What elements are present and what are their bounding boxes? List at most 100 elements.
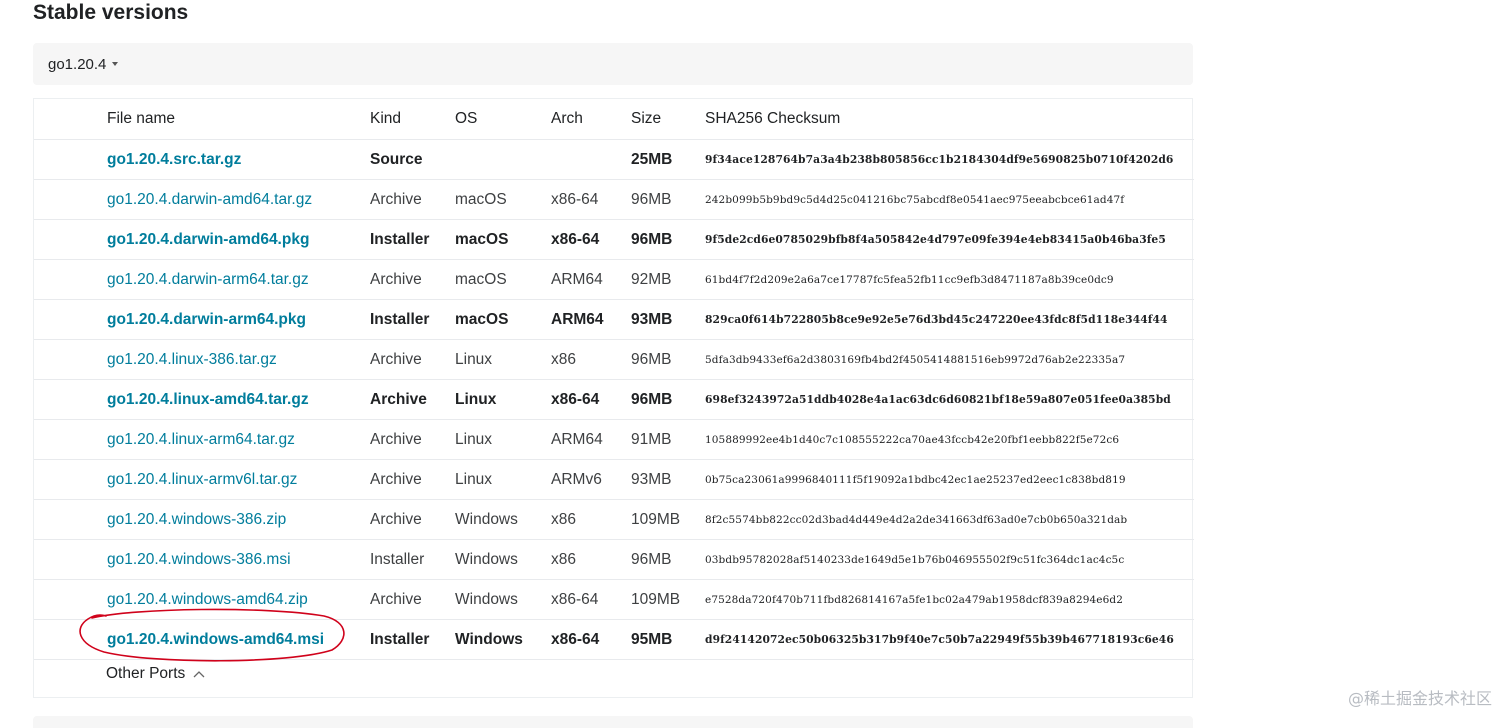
arch-cell: ARM64 (551, 299, 631, 340)
os-cell: Linux (455, 379, 551, 420)
next-section-bar (33, 716, 1193, 728)
arch-cell (551, 139, 631, 180)
table-row: go1.20.4.src.tar.gz Source 25MB 9f34ace1287… (34, 139, 1194, 180)
sha256-cell: 105889992ee4b1d40c7c108555222ca70ae43fcc… (705, 419, 1194, 460)
os-cell: macOS (455, 259, 551, 300)
sha256-cell: d9f24142072ec50b06325b317b9f40e7c50b7a22… (705, 619, 1194, 660)
file-name-cell: go1.20.4.windows-amd64.zip (34, 579, 370, 620)
caret-down-icon (112, 62, 119, 66)
sha256-cell: 829ca0f614b722805b8ce9e92e5e76d3bd45c247… (705, 299, 1194, 340)
table-row: go1.20.4.linux-arm64.tar.gz Archive Linux A… (34, 419, 1194, 460)
size-cell: 109MB (631, 579, 705, 620)
section-title: Stable versions (33, 1, 189, 24)
size-cell: 25MB (631, 139, 705, 180)
kind-cell: Archive (370, 459, 455, 500)
file-name-cell: go1.20.4.darwin-arm64.tar.gz (34, 259, 370, 300)
size-cell: 109MB (631, 499, 705, 540)
other-ports-toggle[interactable]: Other Ports (106, 665, 205, 683)
download-link[interactable]: go1.20.4.windows-amd64.msi (107, 631, 324, 648)
column-header-file-name: File name (34, 99, 370, 140)
file-name-cell: go1.20.4.windows-386.zip (34, 499, 370, 540)
os-cell: Windows (455, 619, 551, 660)
kind-cell: Archive (370, 579, 455, 620)
download-link[interactable]: go1.20.4.windows-386.zip (107, 511, 286, 528)
size-cell: 96MB (631, 379, 705, 420)
arch-cell: x86 (551, 539, 631, 580)
size-cell: 92MB (631, 259, 705, 300)
sha256-cell: 8f2c5574bb822cc02d3bad4d449e4d2a2de34166… (705, 499, 1194, 540)
os-cell: macOS (455, 179, 551, 220)
sha256-cell: 9f34ace128764b7a3a4b238b805856cc1b218430… (705, 139, 1194, 180)
download-link[interactable]: go1.20.4.darwin-arm64.pkg (107, 311, 306, 328)
sha256-cell: 03bdb95782028af5140233de1649d5e1b76b0469… (705, 539, 1194, 580)
size-cell: 96MB (631, 339, 705, 380)
arch-cell: x86 (551, 339, 631, 380)
download-link[interactable]: go1.20.4.linux-amd64.tar.gz (107, 391, 309, 408)
table-row: go1.20.4.windows-amd64.msi Installer Windo… (34, 619, 1194, 660)
download-link[interactable]: go1.20.4.src.tar.gz (107, 151, 241, 168)
file-name-cell: go1.20.4.linux-386.tar.gz (34, 339, 370, 380)
kind-cell: Installer (370, 539, 455, 580)
table-row: go1.20.4.linux-386.tar.gz Archive Linux x86… (34, 339, 1194, 380)
watermark: @稀土掘金技术社区 (1347, 689, 1492, 708)
downloads-table-container: File name Kind OS Arch Size SHA256 Check… (33, 98, 1194, 698)
download-link[interactable]: go1.20.4.linux-armv6l.tar.gz (107, 471, 297, 488)
column-header-os: OS (455, 99, 551, 140)
table-row: go1.20.4.darwin-amd64.pkg Installer macOS x… (34, 219, 1194, 260)
os-cell (455, 139, 551, 180)
sha256-cell: 0b75ca23061a9996840111f5f19092a1bdbc42ec… (705, 459, 1194, 500)
table-row: go1.20.4.darwin-arm64.pkg Installer macOS A… (34, 299, 1194, 340)
size-cell: 93MB (631, 299, 705, 340)
file-name-cell: go1.20.4.linux-arm64.tar.gz (34, 419, 370, 460)
file-name-cell: go1.20.4.linux-armv6l.tar.gz (34, 459, 370, 500)
os-cell: Windows (455, 579, 551, 620)
sha256-cell: 61bd4f7f2d209e2a6a7ce17787fc5fea52fb11cc… (705, 259, 1194, 300)
table-header-row: File name Kind OS Arch Size SHA256 Check… (34, 99, 1194, 140)
file-name-cell: go1.20.4.windows-386.msi (34, 539, 370, 580)
arch-cell: ARM64 (551, 259, 631, 300)
table-row: go1.20.4.windows-386.zip Archive Windows x8… (34, 499, 1194, 540)
table-row: go1.20.4.windows-386.msi Installer Windows… (34, 539, 1194, 580)
file-name-cell: go1.20.4.darwin-amd64.pkg (34, 219, 370, 260)
download-link[interactable]: go1.20.4.darwin-amd64.pkg (107, 231, 309, 248)
size-cell: 96MB (631, 179, 705, 220)
os-cell: Linux (455, 459, 551, 500)
arch-cell: x86-64 (551, 619, 631, 660)
os-cell: macOS (455, 219, 551, 260)
size-cell: 96MB (631, 219, 705, 260)
other-ports-label: Other Ports (106, 665, 186, 682)
download-link[interactable]: go1.20.4.linux-arm64.tar.gz (107, 431, 295, 448)
arch-cell: ARMv6 (551, 459, 631, 500)
sha256-cell: e7528da720f470b711fbd826814167a5fe1bc02a… (705, 579, 1194, 620)
os-cell: macOS (455, 299, 551, 340)
table-row: go1.20.4.darwin-amd64.tar.gz Archive macOS… (34, 179, 1194, 220)
table-row: go1.20.4.linux-armv6l.tar.gz Archive Linux… (34, 459, 1194, 500)
download-link[interactable]: go1.20.4.darwin-amd64.tar.gz (107, 191, 312, 208)
file-name-cell: go1.20.4.src.tar.gz (34, 139, 370, 180)
table-row: go1.20.4.linux-amd64.tar.gz Archive Linux x… (34, 379, 1194, 420)
downloads-table: File name Kind OS Arch Size SHA256 Check… (34, 99, 1194, 660)
sha256-cell: 9f5de2cd6e0785029bfb8f4a505842e4d797e09f… (705, 219, 1194, 260)
table-row: go1.20.4.windows-amd64.zip Archive Windows… (34, 579, 1194, 620)
arch-cell: x86-64 (551, 179, 631, 220)
kind-cell: Archive (370, 379, 455, 420)
version-toggle-label: go1.20.4 (48, 55, 107, 73)
kind-cell: Installer (370, 219, 455, 260)
column-header-sha256: SHA256 Checksum (705, 99, 1194, 140)
size-cell: 93MB (631, 459, 705, 500)
table-body: go1.20.4.src.tar.gz Source 25MB 9f34ace1287… (34, 139, 1194, 660)
sha256-cell: 242b099b5b9bd9c5d4d25c041216bc75abcdf8e0… (705, 179, 1194, 220)
download-link[interactable]: go1.20.4.linux-386.tar.gz (107, 351, 277, 368)
sha256-cell: 698ef3243972a51ddb4028e4a1ac63dc6d60821b… (705, 379, 1194, 420)
kind-cell: Source (370, 139, 455, 180)
kind-cell: Installer (370, 299, 455, 340)
version-toggle[interactable]: go1.20.4 (33, 43, 1193, 85)
chevron-up-icon (193, 671, 205, 678)
arch-cell: x86 (551, 499, 631, 540)
download-link[interactable]: go1.20.4.windows-386.msi (107, 551, 291, 568)
download-link[interactable]: go1.20.4.darwin-arm64.tar.gz (107, 271, 309, 288)
column-header-size: Size (631, 99, 705, 140)
file-name-cell: go1.20.4.windows-amd64.msi (34, 619, 370, 660)
size-cell: 91MB (631, 419, 705, 460)
download-link[interactable]: go1.20.4.windows-amd64.zip (107, 591, 308, 608)
